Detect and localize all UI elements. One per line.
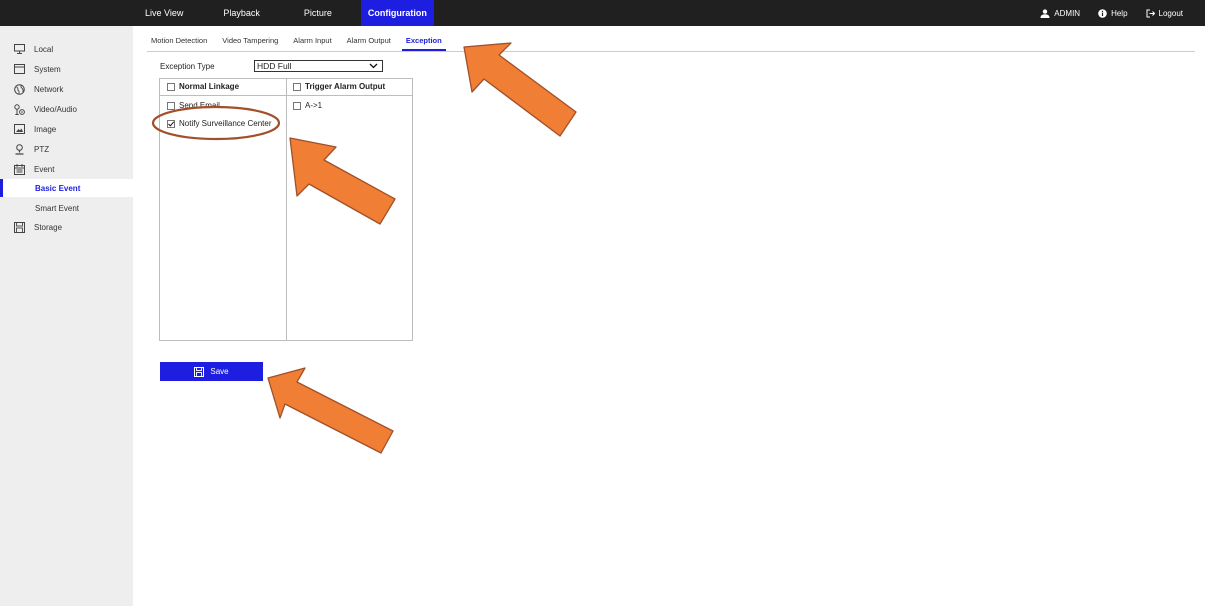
main-nav: Live View Playback Picture Configuration xyxy=(138,0,434,26)
system-icon xyxy=(14,64,25,74)
sidebar-item-label: Local xyxy=(34,44,54,54)
sidebar-item-local[interactable]: Local xyxy=(0,40,133,58)
alarm-output-a1-option[interactable]: A->1 xyxy=(293,101,322,110)
sidebar-item-system[interactable]: System xyxy=(0,60,133,78)
sidebar-item-label: System xyxy=(34,64,61,74)
trigger-alarm-output-label: Trigger Alarm Output xyxy=(305,82,386,91)
nav-picture[interactable]: Picture xyxy=(297,0,339,26)
top-right-links: ADMIN Help Logout xyxy=(1022,0,1183,26)
notify-surveillance-center-label: Notify Surveillance Center xyxy=(179,119,272,128)
exception-type-value: HDD Full xyxy=(257,61,292,71)
send-email-checkbox[interactable] xyxy=(167,101,175,110)
arrow-to-exception-tab xyxy=(463,42,577,137)
alarm-output-a1-label: A->1 xyxy=(305,101,323,110)
send-email-label: Send Email xyxy=(179,101,220,110)
sidebar-item-network[interactable]: Network xyxy=(0,80,133,98)
sidebar-item-event[interactable]: Event xyxy=(0,160,133,178)
help-icon xyxy=(1098,8,1107,18)
event-tabs: Motion Detection Video Tampering Alarm I… xyxy=(147,34,1195,52)
sidebar-item-label: Event xyxy=(34,164,55,174)
tab-exception[interactable]: Exception xyxy=(401,34,446,51)
globe-icon xyxy=(14,83,25,95)
sidebar-item-image[interactable]: Image xyxy=(0,120,133,138)
image-icon xyxy=(14,124,25,134)
chevron-down-icon xyxy=(369,63,378,69)
nav-configuration[interactable]: Configuration xyxy=(360,0,434,26)
video-audio-icon xyxy=(14,103,25,115)
storage-icon xyxy=(14,221,25,233)
send-email-option[interactable]: Send Email xyxy=(167,101,220,110)
monitor-icon xyxy=(14,44,25,54)
arrow-to-save-button xyxy=(267,367,394,454)
sidebar-item-label: Storage xyxy=(34,222,63,232)
save-icon xyxy=(194,366,205,377)
ptz-icon xyxy=(15,143,24,155)
user-menu[interactable]: ADMIN xyxy=(1040,9,1080,18)
sidebar-item-label: Image xyxy=(34,124,57,134)
notify-surveillance-center-checkbox[interactable] xyxy=(167,119,175,128)
notify-surveillance-center-option[interactable]: Notify Surveillance Center xyxy=(167,119,271,128)
nav-live-view[interactable]: Live View xyxy=(138,0,190,26)
column-divider xyxy=(286,79,287,340)
normal-linkage-label: Normal Linkage xyxy=(179,82,240,91)
sidebar-item-label: Network xyxy=(34,84,64,94)
sidebar-item-video-audio[interactable]: Video/Audio xyxy=(0,100,133,118)
header-divider xyxy=(160,95,412,96)
sidebar-item-label: Basic Event xyxy=(35,183,81,193)
trigger-alarm-output-checkbox[interactable] xyxy=(293,82,301,91)
exception-type-select[interactable]: HDD Full xyxy=(254,60,383,72)
normal-linkage-header[interactable]: Normal Linkage xyxy=(167,82,239,91)
linkage-panel: Normal Linkage Trigger Alarm Output Send… xyxy=(159,78,413,341)
top-bar: Live View Playback Picture Configuration… xyxy=(0,0,1205,26)
save-button[interactable]: Save xyxy=(160,362,263,381)
tab-alarm-output[interactable]: Alarm Output xyxy=(343,34,395,51)
logout-icon xyxy=(1146,9,1155,17)
help-label: Help xyxy=(1111,8,1128,18)
alarm-output-a1-checkbox[interactable] xyxy=(293,101,301,110)
logout-link[interactable]: Logout xyxy=(1146,9,1183,18)
tab-alarm-input[interactable]: Alarm Input xyxy=(289,34,335,51)
sidebar-item-basic-event[interactable]: Basic Event xyxy=(0,179,133,197)
sidebar-item-storage[interactable]: Storage xyxy=(0,218,133,236)
calendar-icon xyxy=(14,163,25,175)
logout-label: Logout xyxy=(1158,8,1183,18)
nav-playback[interactable]: Playback xyxy=(216,0,267,26)
checkmark-icon xyxy=(168,120,175,127)
normal-linkage-checkbox[interactable] xyxy=(167,82,175,91)
sidebar-item-label: Video/Audio xyxy=(34,104,77,114)
save-label: Save xyxy=(210,367,229,376)
sidebar-item-label: PTZ xyxy=(34,144,50,154)
sidebar-item-label: Smart Event xyxy=(35,203,80,213)
sidebar-item-ptz[interactable]: PTZ xyxy=(0,140,133,158)
user-icon xyxy=(1040,8,1050,18)
tab-motion-detection[interactable]: Motion Detection xyxy=(147,34,211,51)
exception-type-label: Exception Type xyxy=(160,62,215,71)
user-name: ADMIN xyxy=(1054,8,1081,18)
sidebar-item-smart-event[interactable]: Smart Event xyxy=(0,199,133,217)
trigger-alarm-output-header[interactable]: Trigger Alarm Output xyxy=(293,82,385,91)
sidebar: Local System Network Video/Audio Image P… xyxy=(0,26,133,606)
tab-video-tampering[interactable]: Video Tampering xyxy=(218,34,282,51)
help-link[interactable]: Help xyxy=(1098,8,1128,18)
